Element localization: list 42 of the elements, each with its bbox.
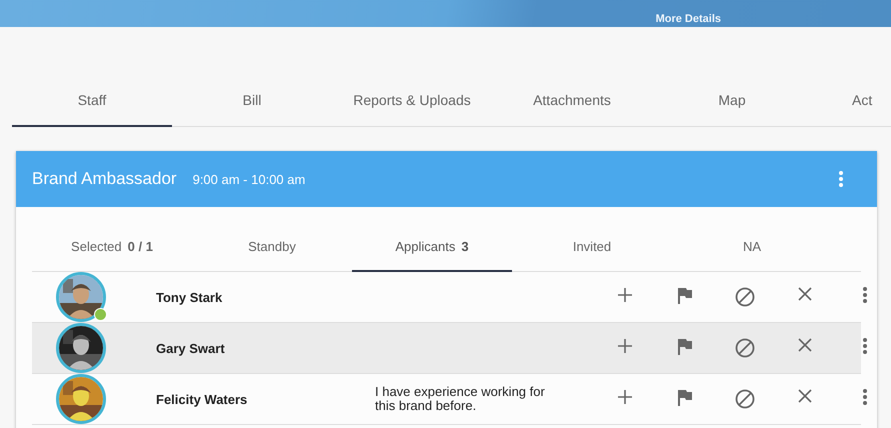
subtab-label: NA bbox=[742, 239, 762, 254]
more-icon[interactable] bbox=[839, 171, 843, 187]
close-icon[interactable] bbox=[798, 389, 812, 403]
block-icon[interactable] bbox=[735, 338, 755, 358]
subtab[interactable]: Invited bbox=[512, 223, 672, 272]
flag-icon[interactable] bbox=[677, 389, 693, 406]
tab[interactable]: Reports & Uploads bbox=[332, 75, 492, 127]
tab[interactable]: Act bbox=[852, 75, 872, 127]
block-icon[interactable] bbox=[735, 287, 755, 307]
subtab-count: 0 / 1 bbox=[128, 239, 153, 254]
applicant-name: Gary Swart bbox=[156, 340, 226, 356]
subtab[interactable]: Standby bbox=[192, 223, 352, 272]
add-icon[interactable] bbox=[617, 389, 633, 405]
subtab[interactable]: NA bbox=[672, 223, 832, 272]
more-icon[interactable] bbox=[863, 287, 867, 303]
close-icon[interactable] bbox=[798, 338, 812, 352]
applicant-name: Felicity Waters bbox=[156, 392, 248, 406]
tab[interactable]: Map bbox=[652, 75, 812, 127]
flag-icon[interactable] bbox=[677, 338, 693, 355]
subtab[interactable]: Applicants 3 bbox=[352, 223, 512, 272]
add-icon[interactable] bbox=[617, 338, 633, 354]
tab[interactable]: Bill bbox=[172, 75, 332, 127]
applicant-message: I have experience working for this brand before. bbox=[375, 385, 545, 413]
applicant-name: Tony Stark bbox=[156, 290, 224, 304]
close-icon[interactable] bbox=[798, 287, 812, 301]
block-icon[interactable] bbox=[735, 389, 755, 409]
subtab-label: Standby bbox=[248, 239, 296, 254]
tab[interactable]: Attachments bbox=[492, 75, 652, 127]
subtab-label: Invited bbox=[572, 239, 612, 254]
subtab-count: 3 bbox=[461, 239, 469, 254]
tab[interactable]: Staff bbox=[12, 75, 172, 127]
more-icon[interactable] bbox=[863, 338, 867, 354]
more-details-link[interactable]: More Details bbox=[656, 13, 721, 27]
flag-icon[interactable] bbox=[677, 287, 693, 304]
subtab-label: Applicants bbox=[395, 239, 456, 254]
more-icon[interactable] bbox=[863, 389, 867, 405]
subtab-label: Selected bbox=[71, 239, 122, 254]
shift-time: 9:00 am - 10:00 am bbox=[192, 172, 306, 186]
applicant-row[interactable]: Felicity Waters I have experience working for this brand before. bbox=[32, 374, 861, 425]
role-title: Brand Ambassador bbox=[32, 169, 177, 189]
subtab[interactable]: Selected 0 / 1 bbox=[32, 223, 192, 272]
add-icon[interactable] bbox=[617, 287, 633, 303]
